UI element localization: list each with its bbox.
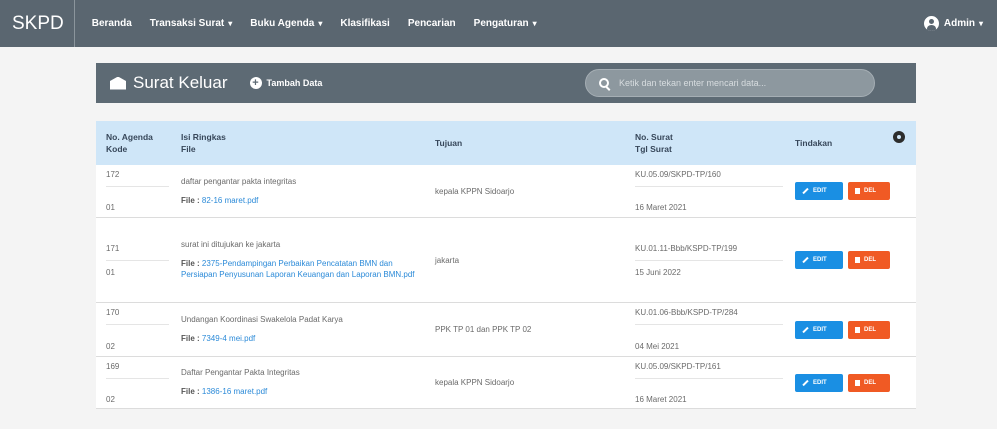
letters-table: No. Agenda Kode Isi Ringkas File Tujuan …: [96, 121, 916, 409]
header-file: File: [181, 144, 196, 154]
isi-ringkas: Undangan Koordinasi Swakelola Padat Kary…: [181, 315, 343, 324]
tujuan: kepala KPPN Sidoarjo: [435, 378, 515, 387]
gear-icon[interactable]: [893, 131, 905, 143]
table-row: 172 01 daftar pengantar pakta integritas…: [96, 165, 916, 218]
table-row: 169 02 Daftar Pengantar Pakta Integritas…: [96, 357, 916, 409]
tgl-surat: 04 Mei 2021: [635, 342, 680, 351]
kode: 02: [106, 342, 115, 351]
file-label: File :: [181, 195, 200, 205]
nav-item-buku-agenda[interactable]: Buku Agenda ▾: [241, 0, 331, 47]
nav-item-label: Klasifikasi: [340, 18, 390, 29]
pencil-icon: [802, 256, 809, 264]
nav-item-pengaturan[interactable]: Pengaturan ▾: [465, 0, 546, 47]
nav-item-klasifikasi[interactable]: Klasifikasi: [331, 0, 398, 47]
table-header: No. Agenda Kode Isi Ringkas File Tujuan …: [96, 121, 916, 165]
search-box[interactable]: [585, 69, 875, 97]
user-circle-icon: [923, 16, 939, 31]
nav-item-transaksi-surat[interactable]: Transaksi Surat ▾: [141, 0, 242, 47]
tgl-surat: 16 Maret 2021: [635, 203, 687, 213]
delete-button[interactable]: DEL: [848, 251, 890, 269]
trash-icon: [855, 257, 860, 263]
header-kode: Kode: [106, 144, 128, 154]
header-isi: Isi Ringkas: [181, 132, 226, 142]
user-menu[interactable]: Admin ▾: [923, 16, 983, 31]
tgl-surat: 15 Juni 2022: [635, 267, 681, 277]
kode: 01: [106, 203, 115, 213]
add-data-label: Tambah Data: [266, 78, 323, 88]
trash-icon: [855, 188, 860, 194]
edit-button[interactable]: EDIT: [795, 373, 843, 392]
file-label: File :: [181, 334, 200, 343]
nav-item-label: Beranda: [91, 18, 132, 29]
isi-ringkas: daftar pengantar pakta integritas: [181, 176, 297, 186]
nav-item-beranda[interactable]: Beranda: [83, 0, 141, 47]
add-data-button[interactable]: + Tambah Data: [249, 77, 323, 89]
kode: 02: [106, 394, 115, 404]
header-tindakan-label: Tindakan: [795, 138, 833, 148]
agenda-number: 170: [106, 308, 169, 325]
isi-ringkas: surat ini ditujukan ke jakarta: [181, 240, 281, 249]
header-tujuan: Tujuan: [435, 138, 463, 148]
no-surat: KU.01.06-Bbb/KSPD-TP/284: [635, 308, 783, 325]
chevron-down-icon: ▾: [532, 19, 537, 28]
isi-ringkas: Daftar Pengantar Pakta Integritas: [181, 368, 300, 377]
search-input[interactable]: [619, 78, 859, 88]
nav-item-label: Transaksi Surat: [149, 18, 225, 29]
nav-menu: Beranda Transaksi Surat ▾ Buku Agenda ▾ Kl…: [83, 0, 546, 47]
header-tgl-surat: Tgl Surat: [635, 144, 672, 154]
pencil-icon: [802, 326, 809, 333]
chevron-down-icon: ▾: [228, 19, 233, 28]
tujuan: kepala KPPN Sidoarjo: [435, 186, 515, 196]
header-isi-file: Isi Ringkas File: [181, 131, 435, 155]
file-link[interactable]: 2375-Pendampingan Perbaikan Pencatatan B…: [181, 259, 415, 279]
delete-button[interactable]: DEL: [848, 320, 890, 339]
file-label: File :: [181, 259, 200, 268]
chevron-down-icon: ▾: [318, 19, 323, 28]
header-no-surat: No. Surat: [635, 132, 673, 142]
pencil-icon: [802, 187, 809, 195]
no-surat: KU.05.09/SKPD-TP/160: [635, 170, 783, 187]
table-row: 170 02 Undangan Koordinasi Swakelola Pad…: [96, 303, 916, 357]
no-surat: KU.01.11-Bbb/KSPD-TP/199: [635, 244, 783, 261]
brand-logo[interactable]: SKPD: [0, 0, 75, 47]
chevron-down-icon: ▾: [978, 19, 983, 28]
edit-button[interactable]: EDIT: [795, 182, 843, 200]
user-name: Admin: [943, 18, 975, 29]
file-label: File :: [181, 387, 200, 396]
page-title-text: Surat Keluar: [133, 73, 228, 92]
no-surat: KU.05.09/SKPD-TP/161: [635, 362, 783, 379]
table-row: 171 01 surat ini ditujukan ke jakarta Fi…: [96, 218, 916, 303]
trash-icon: [855, 379, 860, 386]
header-agenda-kode: No. Agenda Kode: [96, 131, 181, 155]
agenda-number: 171: [106, 244, 169, 261]
nav-item-label: Buku Agenda: [250, 18, 315, 29]
page-title: Surat Keluar: [110, 73, 228, 93]
file-link[interactable]: 82-16 maret.pdf: [202, 196, 258, 205]
nav-item-label: Pencarian: [407, 18, 456, 29]
tujuan: PPK TP 01 dan PPK TP 02: [435, 325, 532, 334]
tgl-surat: 16 Maret 2021: [635, 394, 687, 404]
trash-icon: [855, 326, 860, 333]
edit-button[interactable]: EDIT: [795, 251, 843, 269]
edit-button[interactable]: EDIT: [795, 320, 843, 339]
nav-item-pencarian[interactable]: Pencarian: [399, 0, 465, 47]
nav-item-label: Pengaturan: [473, 18, 529, 29]
navbar: SKPD Beranda Transaksi Surat ▾ Buku Agend…: [0, 0, 997, 47]
header-agenda: No. Agenda: [106, 132, 153, 142]
search-icon: [599, 78, 609, 88]
header-nosurat-tgl: No. Surat Tgl Surat: [635, 131, 795, 155]
pencil-icon: [802, 379, 809, 386]
panel-header: Surat Keluar + Tambah Data: [96, 63, 916, 103]
tujuan: jakarta: [435, 255, 460, 265]
header-tindakan: Tindakan: [795, 131, 916, 149]
agenda-number: 169: [106, 362, 169, 379]
agenda-number: 172: [106, 170, 169, 187]
kode: 01: [106, 267, 115, 277]
envelope-open-icon: [110, 76, 126, 90]
delete-button[interactable]: DEL: [848, 373, 890, 392]
plus-circle-icon: +: [249, 77, 262, 89]
delete-button[interactable]: DEL: [848, 182, 890, 200]
file-link[interactable]: 7349-4 mei.pdf: [202, 334, 255, 343]
file-link[interactable]: 1386-16 maret.pdf: [202, 387, 267, 396]
